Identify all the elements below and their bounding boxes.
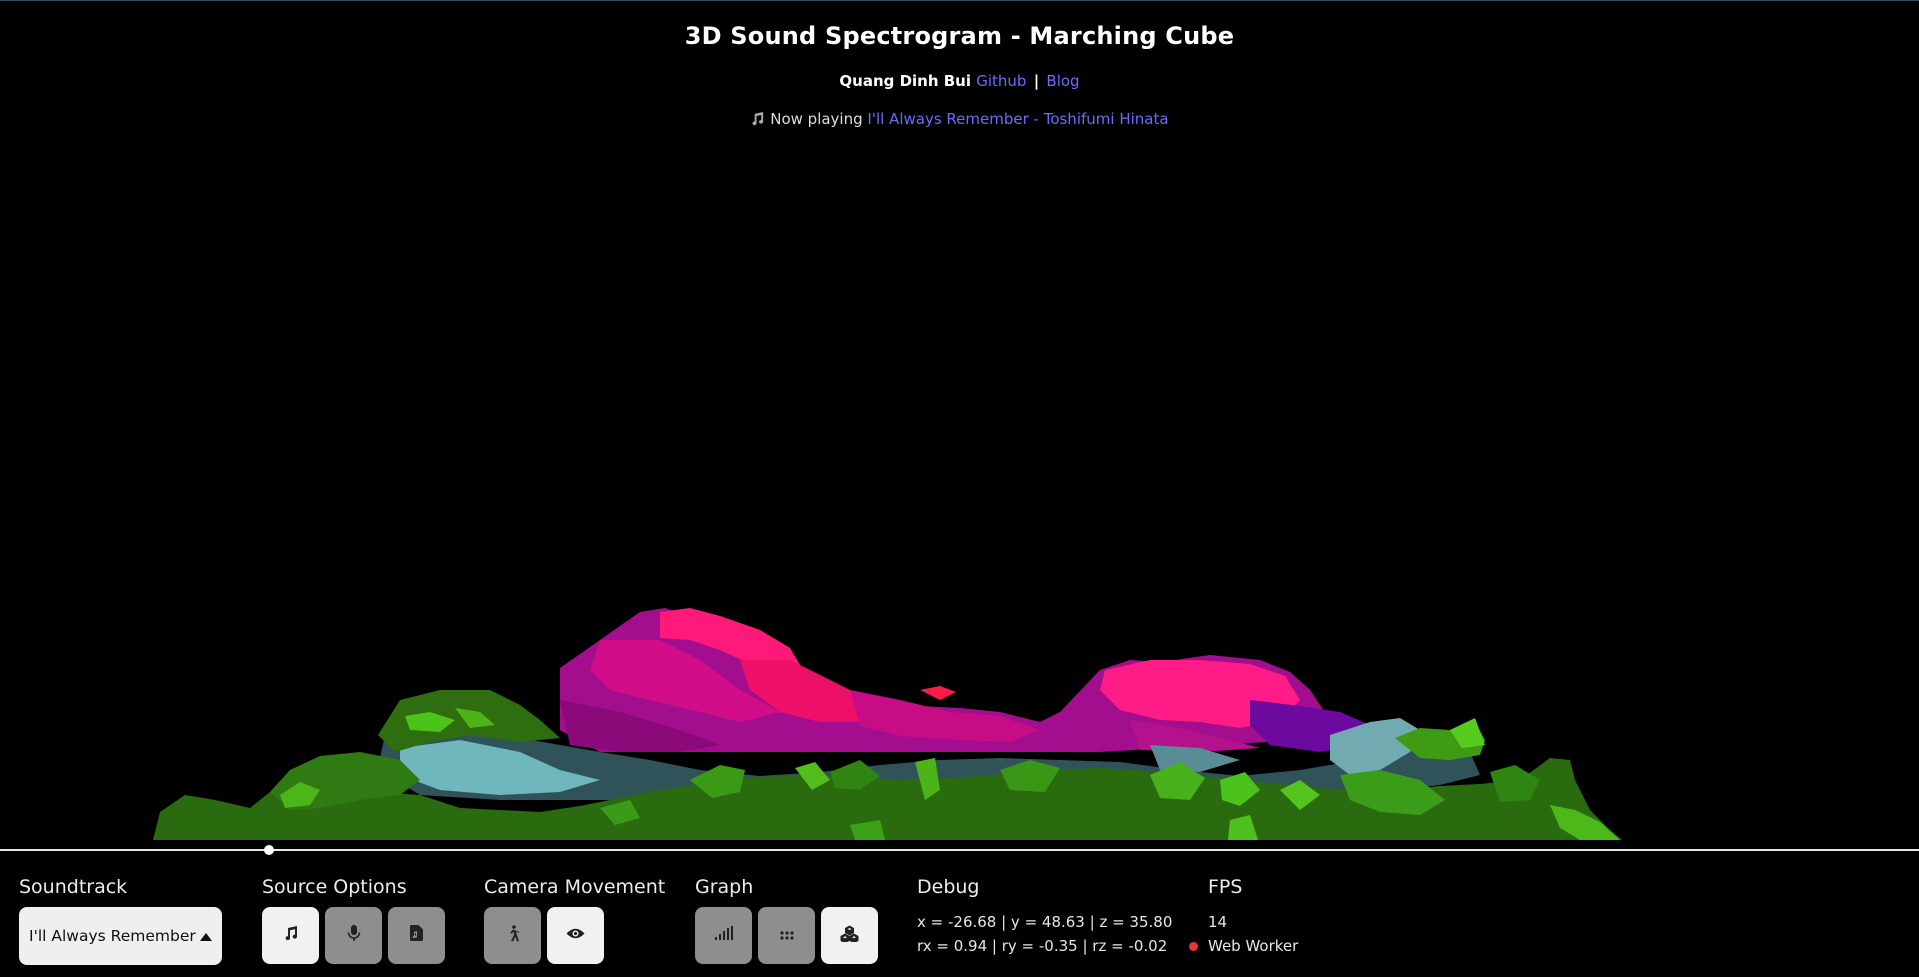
control-panel: Soundtrack I'll Always Remember Source O…	[0, 852, 1919, 977]
bar-graph-button[interactable]	[695, 907, 752, 964]
eye-icon	[566, 927, 585, 945]
walking-icon	[506, 924, 520, 947]
source-options-label: Source Options	[262, 876, 407, 898]
soundtrack-group: Soundtrack I'll Always Remember	[19, 876, 222, 965]
music-note-icon	[283, 925, 299, 946]
status-dot-icon	[1189, 942, 1198, 951]
soundtrack-label: Soundtrack	[19, 876, 128, 898]
author-name: Quang Dinh Bui	[839, 72, 972, 90]
camera-movement-group: Camera Movement	[484, 876, 665, 964]
debug-group: Debug x = -26.68 | y = 48.63 | z = 35.80…	[917, 876, 1172, 958]
camera-rotation-readout: rx = 0.94 | ry = -0.35 | rz = -0.02	[917, 937, 1168, 955]
progress-track[interactable]	[0, 849, 1919, 851]
microphone-icon	[347, 924, 361, 947]
source-options-group: Source Options	[262, 876, 445, 964]
caret-up-icon	[200, 927, 212, 945]
fps-group: FPS 14 Web Worker	[1189, 876, 1299, 958]
graph-group: Graph	[695, 876, 878, 964]
page-header: 3D Sound Spectrogram - Marching Cube Qua…	[0, 22, 1919, 130]
fps-label: FPS	[1208, 876, 1243, 898]
camera-position-readout: x = -26.68 | y = 48.63 | z = 35.80	[917, 913, 1173, 931]
file-source-button[interactable]	[388, 907, 445, 964]
marching-cube-graph-button[interactable]	[821, 907, 878, 964]
fps-value: 14	[1208, 913, 1228, 931]
camera-movement-label: Camera Movement	[484, 876, 666, 898]
blog-link[interactable]: Blog	[1046, 72, 1079, 90]
dot-grid-icon	[779, 927, 794, 945]
graph-label: Graph	[695, 876, 754, 898]
page-title: 3D Sound Spectrogram - Marching Cube	[684, 22, 1235, 50]
music-source-button[interactable]	[262, 907, 319, 964]
cubes-icon	[840, 925, 859, 947]
orbit-camera-button[interactable]	[547, 907, 604, 964]
debug-label: Debug	[917, 876, 980, 898]
point-graph-button[interactable]	[758, 907, 815, 964]
microphone-source-button[interactable]	[325, 907, 382, 964]
now-playing: Now playing I'll Always Remember - Toshi…	[0, 110, 1919, 130]
byline: Quang Dinh Bui Github | Blog	[0, 72, 1919, 90]
web-worker-label: Web Worker	[1208, 937, 1299, 955]
byline-separator: |	[1033, 72, 1040, 90]
soundtrack-select[interactable]: I'll Always Remember	[19, 907, 222, 965]
signal-bars-icon	[714, 926, 733, 945]
audio-file-icon	[410, 925, 423, 946]
soundtrack-selected-value: I'll Always Remember	[29, 927, 196, 945]
github-link[interactable]: Github	[976, 72, 1026, 90]
track-link[interactable]: I'll Always Remember - Toshifumi Hinata	[867, 110, 1168, 128]
now-playing-label: Now playing	[770, 110, 863, 128]
walk-camera-button[interactable]	[484, 907, 541, 964]
web-worker-status: Web Worker	[1189, 934, 1299, 958]
spectrogram-mesh	[153, 608, 1622, 840]
music-note-icon	[750, 111, 765, 130]
